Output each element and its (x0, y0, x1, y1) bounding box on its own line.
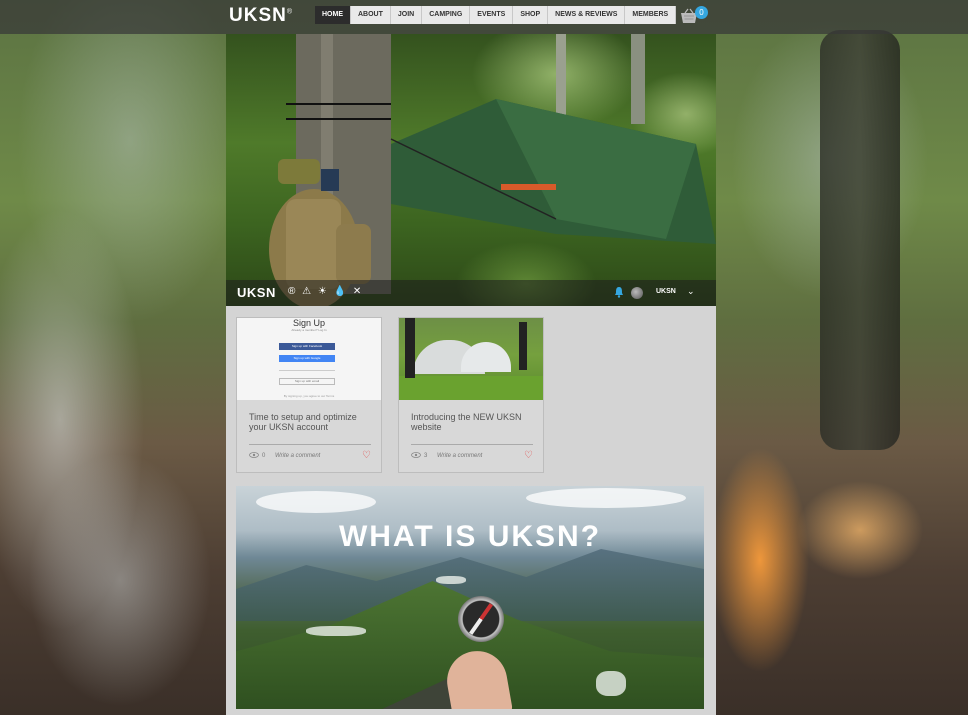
site-logo[interactable]: UKSN® (229, 5, 293, 27)
bell-icon[interactable] (614, 286, 624, 298)
cloud (256, 491, 376, 513)
post-footer: 0 Write a comment ♡ (249, 450, 371, 463)
hero-logo: UKSN (237, 285, 276, 300)
card-divider (249, 444, 371, 445)
eye-icon (411, 452, 421, 458)
background-tree-trunk (820, 30, 900, 450)
nav-events[interactable]: EVENTS (470, 6, 514, 24)
eye-icon (249, 452, 259, 458)
logo-text: UKSN (229, 5, 287, 26)
cloud (526, 488, 686, 508)
view-count: 3 (424, 453, 428, 459)
post-title[interactable]: Introducing the NEW UKSN website (411, 412, 535, 432)
signup-divider (279, 370, 335, 371)
hero-brand-marks: ® ⚠ ☀ 💧 ✕ (288, 286, 364, 297)
post-footer: 3 Write a comment ♡ (411, 450, 533, 463)
banner-flag (405, 318, 415, 378)
blog-post-card[interactable]: Sign Up Already a member? Log In Sign up… (236, 317, 382, 473)
event-photo (399, 318, 543, 400)
signup-subtitle: Already a member? Log In (291, 328, 327, 332)
cart-count-badge: 0 (695, 6, 708, 19)
signup-screenshot: Sign Up Already a member? Log In Sign up… (237, 318, 381, 400)
signup-terms: By signing up, you agree to our Terms (283, 394, 335, 398)
nav-camping[interactable]: CAMPING (422, 6, 471, 24)
view-count: 0 (262, 453, 266, 459)
chevron-down-icon[interactable]: ⌄ (687, 286, 695, 297)
signup-facebook-button: Sign up with Facebook (279, 343, 335, 350)
snow-patch (436, 576, 466, 584)
heart-icon[interactable]: ♡ (362, 450, 371, 461)
signup-email-button: Sign up with email (279, 378, 335, 385)
nav-join[interactable]: JOIN (390, 6, 423, 24)
post-image: Sign Up Already a member? Log In Sign up… (237, 318, 381, 400)
post-image (399, 318, 543, 400)
snow-patch (596, 671, 626, 696)
signup-title: Sign Up (292, 318, 326, 328)
promo-title: WHAT IS UKSN? (338, 520, 602, 553)
heart-icon[interactable]: ♡ (524, 450, 533, 461)
signup-google-button: Sign up with Google (279, 355, 335, 362)
snow-patch (306, 626, 366, 636)
post-title[interactable]: Time to setup and optimize your UKSN acc… (249, 412, 373, 432)
nav-home[interactable]: HOME (315, 6, 351, 24)
hero-member-bar: UKSN ® ⚠ ☀ 💧 ✕ UKSN ⌄ (226, 280, 716, 306)
nav-news-reviews[interactable]: NEWS & REVIEWS (548, 6, 626, 24)
logo-registered-mark: ® (286, 8, 294, 16)
camp-scene (269, 34, 716, 306)
site-header: UKSN® HOME ABOUT JOIN CAMPING EVENTS SHO… (0, 0, 968, 34)
hero-image: UKSN ® ⚠ ☀ 💧 ✕ UKSN ⌄ (226, 34, 716, 306)
member-name[interactable]: UKSN (656, 288, 676, 295)
nav-members[interactable]: MEMBERS (625, 6, 677, 24)
write-comment-link[interactable]: Write a comment (275, 453, 320, 459)
what-is-uksn-banner: WHAT IS UKSN? (236, 486, 704, 709)
nav-about[interactable]: ABOUT (351, 6, 391, 24)
write-comment-link[interactable]: Write a comment (437, 453, 482, 459)
cart-button[interactable]: 0 (680, 6, 708, 29)
card-divider (411, 444, 533, 445)
grass (399, 376, 543, 400)
user-avatar[interactable] (631, 287, 643, 299)
banner-flag (519, 322, 527, 370)
blog-post-card[interactable]: Introducing the NEW UKSN website 3 Write… (398, 317, 544, 473)
nav-shop[interactable]: SHOP (513, 6, 549, 24)
main-nav: HOME ABOUT JOIN CAMPING EVENTS SHOP NEWS… (315, 6, 677, 24)
content-column: UKSN ® ⚠ ☀ 💧 ✕ UKSN ⌄ Sign Up Already a … (226, 34, 716, 715)
